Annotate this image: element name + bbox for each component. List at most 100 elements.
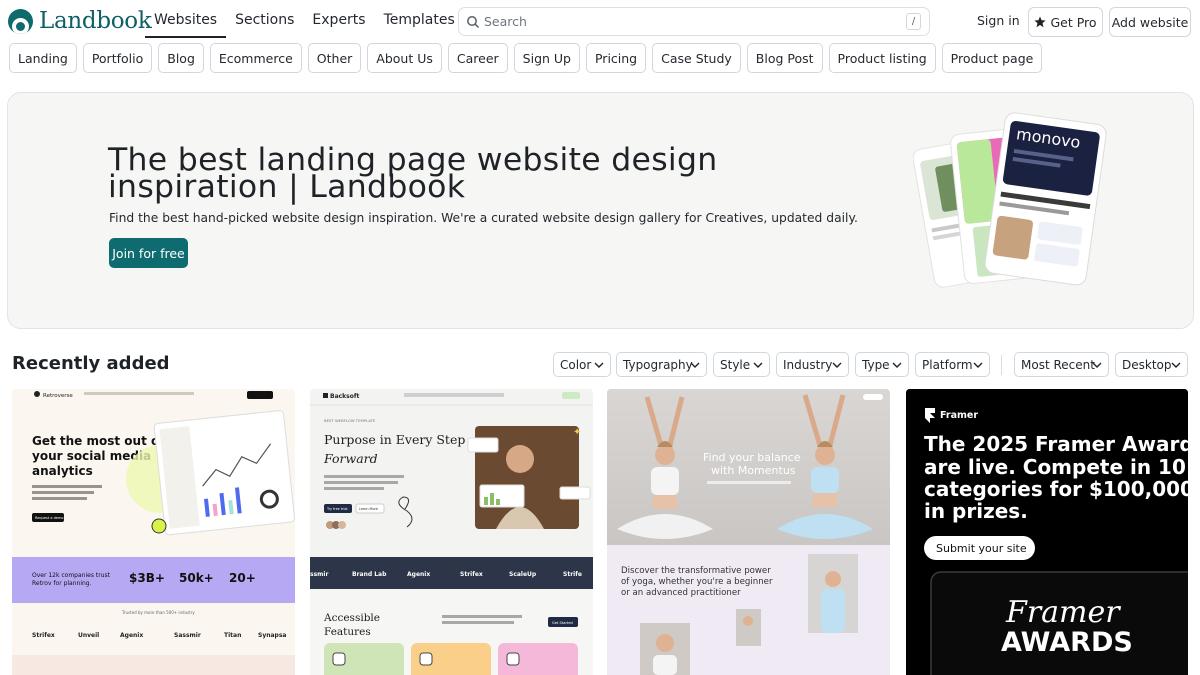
hero-banner: The best landing page website design ins…	[7, 92, 1194, 329]
framer-badge-script: Framer	[1005, 595, 1121, 630]
category-bar: Landing Portfolio Blog Ecommerce Other A…	[9, 43, 1043, 73]
framer-screenshot: Framer The 2025 Framer Awards are live. …	[906, 389, 1188, 675]
framer-headline-2: are live. Compete in 10	[924, 455, 1186, 479]
search-placeholder: Search	[484, 14, 527, 29]
filter-color-label: Color	[560, 357, 592, 372]
search-input[interactable]: Search /	[458, 7, 930, 36]
filter-platform[interactable]: Platform	[915, 352, 990, 377]
backsoft-cta-primary: Try free trial	[326, 507, 348, 511]
backsoft-section-cta: Get Started	[552, 621, 573, 625]
retroverse-logo-1: Strifex	[32, 632, 55, 639]
backsoft-cta-secondary: Learn More	[359, 507, 378, 511]
device-select[interactable]: Desktop	[1115, 352, 1188, 377]
category-career[interactable]: Career	[447, 43, 508, 73]
category-landing[interactable]: Landing	[9, 43, 77, 73]
retroverse-stat-2: 50k+	[179, 571, 214, 585]
chevron-down-icon	[1092, 362, 1102, 368]
retroverse-stat-3: 20+	[229, 571, 256, 585]
sort-select[interactable]: Most Recent	[1014, 352, 1109, 377]
framer-headline-4: in prizes.	[924, 499, 1028, 523]
retroverse-cta: Request a demo	[35, 516, 64, 520]
framer-badge-caps: AWARDS	[1001, 627, 1133, 658]
chevron-down-icon	[973, 362, 983, 368]
category-ecommerce[interactable]: Ecommerce	[209, 43, 302, 73]
retroverse-headline-1: Get the most out of	[32, 434, 165, 448]
website-card-backsoft[interactable]: Backsoft BEST WEBFLOW TEMPLATE Purpose i…	[310, 389, 593, 675]
category-case-study[interactable]: Case Study	[652, 43, 741, 73]
join-for-free-button[interactable]: Join for free	[109, 238, 188, 268]
sort-label: Most Recent	[1021, 357, 1095, 372]
category-blog-post[interactable]: Blog Post	[746, 43, 823, 73]
filter-style[interactable]: Style	[713, 352, 770, 377]
framer-brand: Framer	[940, 410, 978, 421]
backsoft-headline-1: Purpose in Every Step	[324, 432, 465, 447]
search-shortcut-key: /	[906, 13, 921, 30]
nav-templates[interactable]: Templates	[375, 0, 464, 38]
backsoft-logo-4: Strifex	[460, 571, 483, 578]
chevron-down-icon	[1171, 362, 1181, 368]
filter-typography[interactable]: Typography	[616, 352, 707, 377]
sign-in-link[interactable]: Sign in	[977, 13, 1020, 28]
chevron-down-icon	[753, 362, 763, 368]
retroverse-logo-2: Unveil	[78, 632, 99, 639]
framer-cta: Submit your site	[936, 542, 1027, 555]
backsoft-logo-5: ScaleUp	[509, 571, 537, 578]
website-card-framer[interactable]: Framer The 2025 Framer Awards are live. …	[906, 389, 1188, 675]
backsoft-brand: Backsoft	[330, 393, 359, 400]
logo[interactable]: Landbook	[8, 8, 152, 34]
category-portfolio[interactable]: Portfolio	[82, 43, 153, 73]
hero-illustration: monovo	[913, 112, 1107, 288]
retroverse-logo-3: Agenix	[120, 632, 143, 639]
category-other[interactable]: Other	[307, 43, 362, 73]
momentus-headline-2: with Momentus	[711, 464, 796, 477]
main-nav: Websites Sections Experts Templates	[145, 0, 464, 38]
retroverse-stat-1: $3B+	[129, 571, 165, 585]
filter-style-label: Style	[720, 357, 751, 372]
filter-type[interactable]: Type	[855, 352, 909, 377]
framer-headline-3: categories for $100,000	[924, 477, 1188, 501]
sparkle-icon: ✦	[573, 427, 581, 438]
nav-websites[interactable]: Websites	[145, 0, 227, 38]
category-pricing[interactable]: Pricing	[585, 43, 647, 73]
filter-industry-label: Industry	[783, 357, 833, 372]
filter-type-label: Type	[862, 357, 890, 372]
nav-experts[interactable]: Experts	[303, 0, 374, 38]
retroverse-logo-6: Synapsa	[258, 632, 286, 639]
momentus-body-3: or an advanced practitioner	[621, 588, 741, 598]
filter-divider	[1001, 355, 1002, 375]
landbook-logo-icon	[8, 8, 33, 34]
add-website-button[interactable]: Add website	[1109, 7, 1191, 37]
logo-text: Landbook	[39, 8, 152, 34]
retroverse-screenshot: Retroverse Get the most out of your soci…	[12, 389, 295, 675]
backsoft-section-1: Accessible	[323, 612, 380, 624]
backsoft-kicker: BEST WEBFLOW TEMPLATE	[324, 418, 376, 423]
chevron-down-icon	[690, 362, 700, 368]
retroverse-headline-3: analytics	[32, 464, 93, 478]
chevron-down-icon	[832, 362, 842, 368]
website-card-retroverse[interactable]: Retroverse Get the most out of your soci…	[12, 389, 295, 675]
backsoft-logo-3: Agenix	[407, 571, 430, 578]
chevron-down-icon	[892, 362, 902, 368]
category-product-listing[interactable]: Product listing	[828, 43, 936, 73]
get-pro-button[interactable]: Get Pro	[1028, 7, 1103, 37]
category-product-page[interactable]: Product page	[941, 43, 1043, 73]
backsoft-section-2: Features	[324, 626, 371, 638]
hero-title: The best landing page website design ins…	[108, 142, 718, 205]
filter-color[interactable]: Color	[553, 352, 611, 377]
category-blog[interactable]: Blog	[158, 43, 204, 73]
website-card-momentus[interactable]: Find your balance with Momentus Discover…	[607, 389, 890, 675]
retroverse-logo-5: Titan	[224, 632, 241, 639]
filter-typography-label: Typography	[623, 357, 693, 372]
hero-subtitle: Find the best hand-picked website design…	[109, 211, 858, 225]
momentus-body-2: of yoga, whether you're a beginner	[621, 577, 773, 587]
filter-platform-label: Platform	[922, 357, 973, 372]
retroverse-brand: Retroverse	[43, 393, 73, 399]
category-about-us[interactable]: About Us	[367, 43, 442, 73]
get-pro-label: Get Pro	[1050, 14, 1097, 30]
backsoft-logo-2: Brand Lab	[352, 571, 387, 578]
search-icon	[467, 15, 480, 28]
device-label: Desktop	[1122, 357, 1172, 372]
category-sign-up[interactable]: Sign Up	[513, 43, 580, 73]
filter-industry[interactable]: Industry	[776, 352, 849, 377]
nav-sections[interactable]: Sections	[226, 0, 303, 38]
